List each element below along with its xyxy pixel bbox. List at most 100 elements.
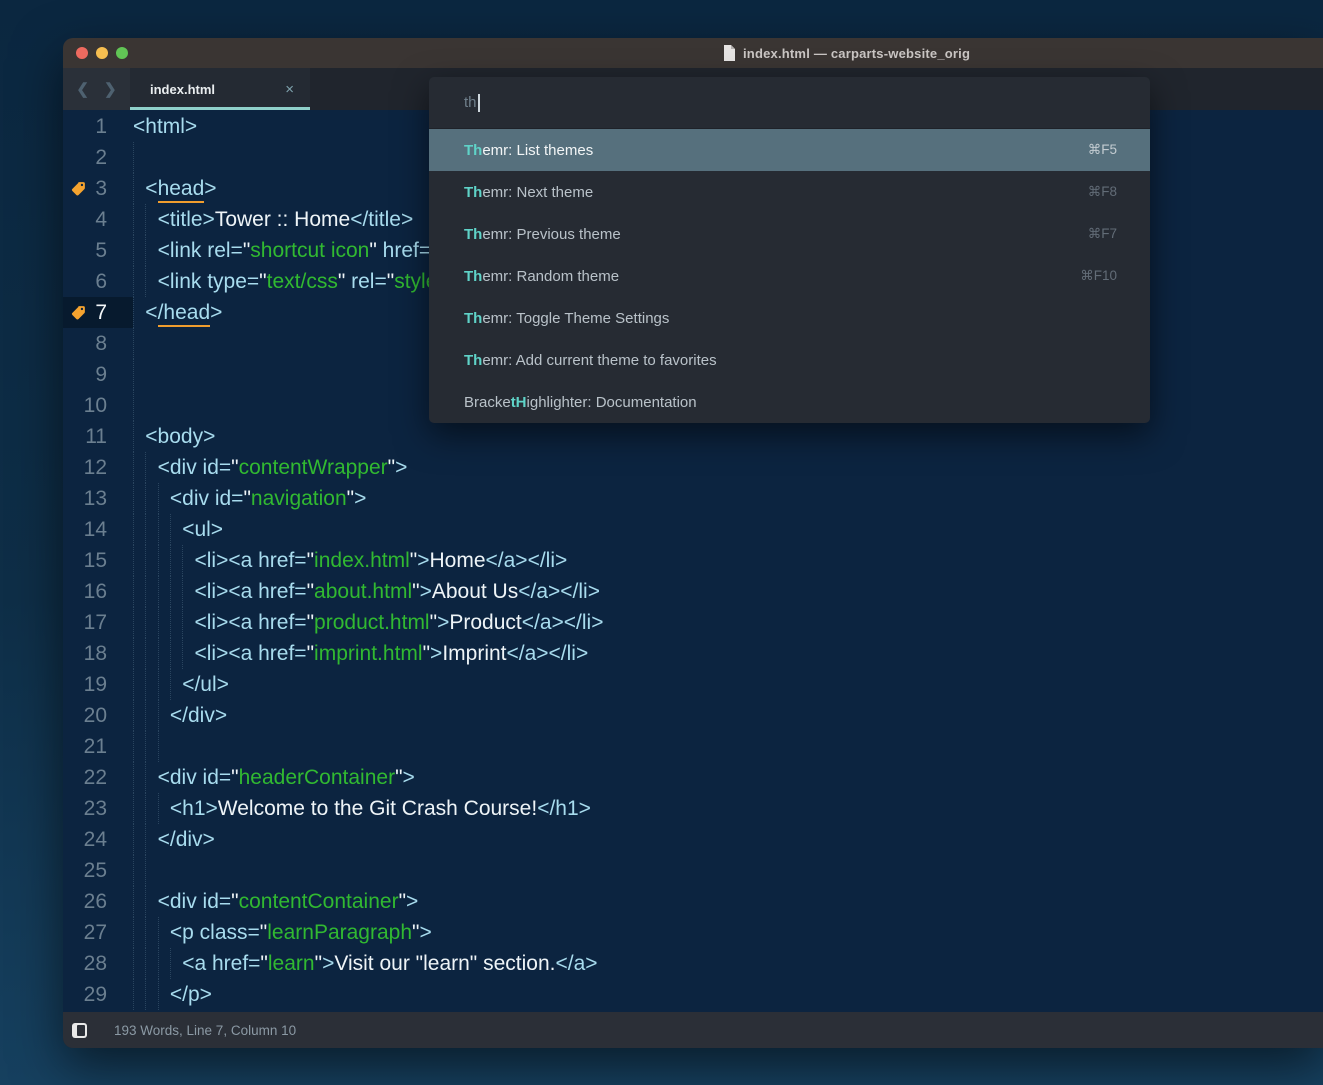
indent-guide (145, 607, 157, 638)
code-line[interactable]: 24</div> (63, 824, 1323, 855)
indent-guide (158, 514, 170, 545)
line-number-label: 19 (84, 673, 107, 696)
code-line[interactable]: 14<ul> (63, 514, 1323, 545)
line-number[interactable]: 4 (63, 204, 133, 235)
code-line[interactable]: 16<li><a href="about.html">About Us</a><… (63, 576, 1323, 607)
indent-guide (182, 576, 194, 607)
code-line[interactable]: 27<p class="learnParagraph"> (63, 917, 1323, 948)
line-number[interactable]: 5 (63, 235, 133, 266)
line-number[interactable]: 21 (63, 731, 133, 762)
line-number[interactable]: 10 (63, 390, 133, 421)
tab-index-html[interactable]: index.html × (130, 68, 310, 110)
line-number[interactable]: 24 (63, 824, 133, 855)
line-number[interactable]: 1 (63, 111, 133, 142)
indent-guide (133, 545, 145, 576)
indent-guide (145, 731, 157, 762)
indent-guide (170, 545, 182, 576)
line-number[interactable]: 2 (63, 142, 133, 173)
code-line[interactable]: 11<body> (63, 421, 1323, 452)
palette-item[interactable]: Themr: Next theme⌘F8 (429, 171, 1150, 213)
code-token: <link type= (158, 270, 260, 293)
indent-guide (133, 948, 145, 979)
code-line[interactable]: 26<div id="contentContainer"> (63, 886, 1323, 917)
line-number[interactable]: 27 (63, 917, 133, 948)
line-number[interactable]: 26 (63, 886, 133, 917)
panel-toggle-icon[interactable] (72, 1023, 87, 1038)
code-line[interactable]: 19</ul> (63, 669, 1323, 700)
line-number[interactable]: 28 (63, 948, 133, 979)
code-line[interactable]: 13<div id="navigation"> (63, 483, 1323, 514)
forward-icon[interactable]: ❯ (104, 80, 117, 98)
code-line[interactable]: 18<li><a href="imprint.html">Imprint</a>… (63, 638, 1323, 669)
code-line[interactable]: 29</p> (63, 979, 1323, 1010)
close-window-button[interactable] (76, 47, 88, 59)
palette-item[interactable]: BracketHighlighter: Documentation (429, 381, 1150, 423)
code-token: About Us (432, 580, 518, 603)
code-text: <li><a href="imprint.html">Imprint</a></… (133, 638, 588, 669)
indent-guide (158, 731, 170, 762)
indent-guide (182, 607, 194, 638)
line-number[interactable]: 25 (63, 855, 133, 886)
line-number[interactable]: 12 (63, 452, 133, 483)
document-icon (723, 45, 736, 61)
line-number[interactable]: 22 (63, 762, 133, 793)
command-palette-input[interactable]: th (429, 77, 1150, 129)
line-number-label: 25 (84, 859, 107, 882)
line-number[interactable]: 8 (63, 328, 133, 359)
code-line[interactable]: 20</div> (63, 700, 1323, 731)
line-number[interactable]: 16 (63, 576, 133, 607)
palette-item[interactable]: Themr: Toggle Theme Settings (429, 297, 1150, 339)
code-token: <div id= (170, 487, 244, 510)
indent-guide (133, 669, 145, 700)
minimize-window-button[interactable] (96, 47, 108, 59)
code-token: > (406, 890, 418, 913)
code-line[interactable]: 28<a href="learn">Visit our "learn" sect… (63, 948, 1323, 979)
code-line[interactable]: 25 (63, 855, 1323, 886)
tab-close-icon[interactable]: × (285, 81, 294, 98)
code-text: <link rel="shortcut icon" href="im (133, 235, 461, 266)
line-number-label: 12 (84, 456, 107, 479)
line-number[interactable]: 6 (63, 266, 133, 297)
indent-guide (145, 979, 157, 1010)
line-number[interactable]: 9 (63, 359, 133, 390)
code-line[interactable]: 23<h1>Welcome to the Git Crash Course!</… (63, 793, 1323, 824)
palette-item[interactable]: Themr: Add current theme to favorites (429, 339, 1150, 381)
code-token: " (315, 952, 322, 975)
line-number[interactable]: 20 (63, 700, 133, 731)
item-label-match: tH (511, 394, 527, 411)
line-number[interactable]: 19 (63, 669, 133, 700)
code-text: <li><a href="product.html">Product</a></… (133, 607, 603, 638)
code-token: href= (377, 239, 431, 262)
line-number-label: 6 (95, 270, 107, 293)
line-number[interactable]: 15 (63, 545, 133, 576)
line-number[interactable]: 3 (63, 173, 133, 204)
code-line[interactable]: 15<li><a href="index.html">Home</a></li> (63, 545, 1323, 576)
code-line[interactable]: 17<li><a href="product.html">Product</a>… (63, 607, 1323, 638)
code-line[interactable]: 22<div id="headerContainer"> (63, 762, 1323, 793)
line-number[interactable]: 7 (63, 297, 133, 328)
indent-guide (133, 886, 145, 917)
line-number-label: 4 (95, 208, 107, 231)
zoom-window-button[interactable] (116, 47, 128, 59)
indent-guide (158, 638, 170, 669)
indent-guide (133, 576, 145, 607)
line-number[interactable]: 13 (63, 483, 133, 514)
code-line[interactable]: 21 (63, 731, 1323, 762)
code-line[interactable]: 12<div id="contentWrapper"> (63, 452, 1323, 483)
palette-item[interactable]: Themr: Previous theme⌘F7 (429, 213, 1150, 255)
line-number[interactable]: 23 (63, 793, 133, 824)
line-number[interactable]: 14 (63, 514, 133, 545)
line-number-label: 13 (84, 487, 107, 510)
indent-guide (133, 390, 145, 421)
palette-item[interactable]: Themr: Random theme⌘F10 (429, 255, 1150, 297)
palette-item[interactable]: Themr: List themes⌘F5 (429, 129, 1150, 171)
item-label-post: emr: Toggle Theme Settings (482, 310, 669, 327)
back-icon[interactable]: ❮ (76, 80, 89, 98)
line-number[interactable]: 18 (63, 638, 133, 669)
line-number[interactable]: 29 (63, 979, 133, 1010)
line-number[interactable]: 17 (63, 607, 133, 638)
indent-guide (170, 576, 182, 607)
line-number[interactable]: 11 (63, 421, 133, 452)
code-token: </a></li> (518, 580, 600, 603)
line-number-label: 15 (84, 549, 107, 572)
